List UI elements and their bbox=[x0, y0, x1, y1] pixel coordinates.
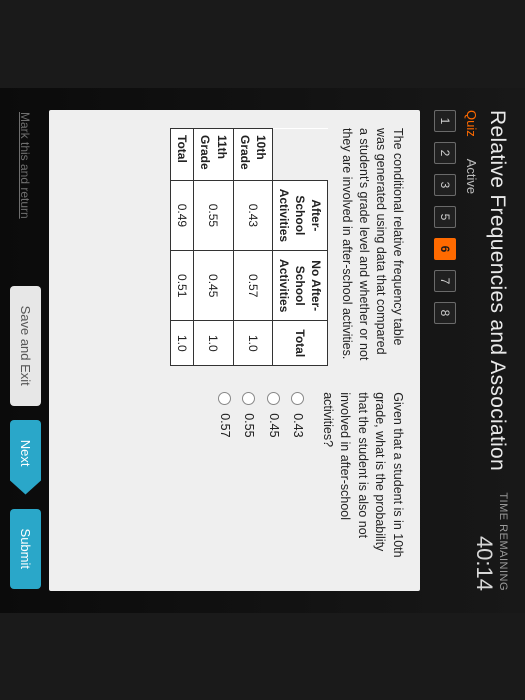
radio-icon bbox=[218, 392, 231, 405]
cell: 0.51 bbox=[171, 250, 194, 320]
question-nav: 1 2 3 5 6 7 8 bbox=[434, 110, 456, 471]
footer-actions: Save and Exit Next Submit bbox=[10, 285, 41, 588]
timer: TIME REMAINING 40:14 bbox=[471, 492, 509, 591]
question-nav-item[interactable]: 5 bbox=[434, 206, 456, 228]
cell: 0.55 bbox=[194, 180, 233, 250]
row-header: Total bbox=[171, 128, 194, 180]
option-label: 0.57 bbox=[216, 413, 234, 437]
question-nav-item[interactable]: 7 bbox=[434, 270, 456, 292]
col-header: Total bbox=[272, 320, 328, 365]
question-nav-item[interactable]: 3 bbox=[434, 174, 456, 196]
cell: 0.49 bbox=[171, 180, 194, 250]
row-header: 10th Grade bbox=[233, 128, 272, 180]
answer-option[interactable]: 0.45 bbox=[265, 392, 283, 573]
page-title: Relative Frequencies and Association bbox=[485, 110, 509, 471]
header: Relative Frequencies and Association Qui… bbox=[434, 110, 509, 591]
table-row: Total 0.49 0.51 1.0 bbox=[171, 128, 194, 365]
radio-icon bbox=[291, 392, 304, 405]
cell: 0.45 bbox=[194, 250, 233, 320]
content-panel: The conditional relative frequency table… bbox=[49, 110, 420, 591]
answer-option[interactable]: 0.57 bbox=[216, 392, 234, 573]
table-corner bbox=[272, 128, 328, 180]
question-nav-item-current[interactable]: 6 bbox=[434, 238, 456, 260]
next-button[interactable]: Next bbox=[10, 419, 41, 494]
mark-return-link[interactable]: Mark this and return bbox=[19, 112, 33, 219]
radio-icon bbox=[242, 392, 255, 405]
stimulus: The conditional relative frequency table… bbox=[63, 128, 406, 366]
table-row: 10th Grade 0.43 0.57 1.0 bbox=[233, 128, 272, 365]
option-label: 0.45 bbox=[265, 413, 283, 437]
cell: 0.57 bbox=[233, 250, 272, 320]
table-row: 11th Grade 0.55 0.45 1.0 bbox=[194, 128, 233, 365]
question-nav-item[interactable]: 2 bbox=[434, 142, 456, 164]
col-header: No After-School Activities bbox=[272, 250, 328, 320]
save-exit-button[interactable]: Save and Exit bbox=[10, 285, 41, 405]
timer-value: 40:14 bbox=[471, 492, 497, 591]
cell: 1.0 bbox=[171, 320, 194, 365]
answer-option[interactable]: 0.55 bbox=[240, 392, 258, 573]
question-nav-item[interactable]: 1 bbox=[434, 110, 456, 132]
cell: 1.0 bbox=[233, 320, 272, 365]
app-screen: Relative Frequencies and Association Qui… bbox=[0, 88, 525, 613]
cell: 1.0 bbox=[194, 320, 233, 365]
option-label: 0.43 bbox=[289, 413, 307, 437]
col-header: After-School Activities bbox=[272, 180, 328, 250]
quiz-label: Quiz bbox=[464, 110, 479, 137]
question-text: Given that a student is in 10th grade, w… bbox=[319, 392, 407, 573]
submit-button[interactable]: Submit bbox=[10, 508, 41, 588]
radio-icon bbox=[267, 392, 280, 405]
cell: 0.43 bbox=[233, 180, 272, 250]
question-nav-item[interactable]: 8 bbox=[434, 302, 456, 324]
timer-label: TIME REMAINING bbox=[497, 492, 509, 591]
footer: Mark this and return Save and Exit Next … bbox=[8, 110, 49, 591]
answer-options: 0.43 0.45 0.55 0.57 bbox=[216, 392, 307, 573]
row-header: 11th Grade bbox=[194, 128, 233, 180]
frequency-table: After-School Activities No After-School … bbox=[170, 128, 329, 366]
question-block: Given that a student is in 10th grade, w… bbox=[63, 392, 406, 573]
stimulus-text: The conditional relative frequency table… bbox=[339, 128, 407, 366]
answer-option[interactable]: 0.43 bbox=[289, 392, 307, 573]
status-label: Active bbox=[464, 158, 479, 193]
option-label: 0.55 bbox=[240, 413, 258, 437]
